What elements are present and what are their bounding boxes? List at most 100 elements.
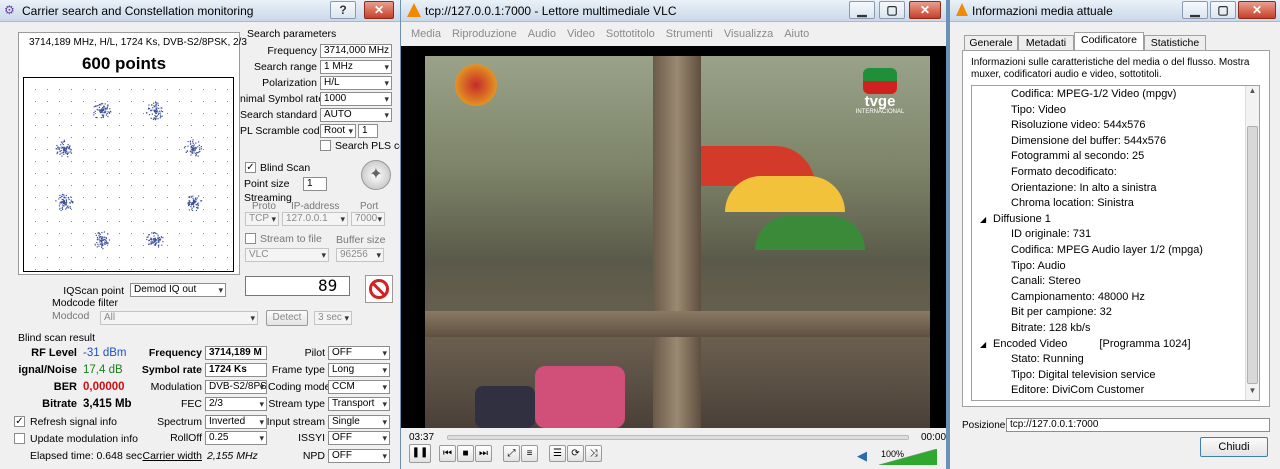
refresh-signal-checkbox[interactable]: ✓	[14, 416, 25, 427]
previous-button[interactable]: ⏮	[439, 445, 456, 462]
menu-audio[interactable]: Audio	[528, 28, 556, 40]
coding-mode-select[interactable]: CCM	[328, 380, 390, 394]
constellation-point	[159, 112, 161, 114]
video-area[interactable]: tvge INTERNACIONAL	[401, 46, 946, 428]
shuffle-button[interactable]: ⤨	[585, 445, 602, 462]
spectrum-select[interactable]: Inverted	[205, 415, 267, 429]
close-dialog-button[interactable]: Chiudi	[1200, 437, 1268, 457]
fec-select[interactable]: 2/3	[205, 397, 267, 411]
next-button[interactable]: ⏭	[475, 445, 492, 462]
loop-button[interactable]: ⟳	[567, 445, 584, 462]
constellation-point	[160, 110, 162, 112]
stream-to-file-checkbox[interactable]	[245, 233, 256, 244]
pilot-select[interactable]: OFF	[328, 346, 390, 360]
constellation-point	[153, 106, 156, 108]
constellation-point	[192, 149, 194, 152]
tree-node-encoded-video[interactable]: ◢ Encoded Video [Programma 1024]	[978, 337, 1240, 353]
blind-scan-checkbox[interactable]: ✓	[245, 162, 256, 173]
update-modulation-checkbox[interactable]	[14, 433, 25, 444]
issyi-select[interactable]: OFF	[328, 431, 390, 445]
proto-select[interactable]: TCP	[245, 212, 279, 226]
constellation-point	[192, 139, 194, 141]
iqscan-select[interactable]: Demod IQ out	[130, 283, 226, 297]
modulation-select[interactable]: DVB-S2/8PS	[205, 380, 267, 394]
search-pls-checkbox[interactable]	[320, 140, 331, 151]
close-button[interactable]: ✕	[364, 1, 394, 19]
volume-slider[interactable]	[878, 448, 938, 466]
info-minimize-button[interactable]: ▁	[1182, 1, 1208, 19]
ip-address-label: IP-address	[291, 201, 340, 212]
npd-select[interactable]: OFF	[328, 449, 390, 463]
tab-codificatore[interactable]: Codificatore	[1074, 32, 1144, 51]
tab-generale[interactable]: Generale	[964, 35, 1018, 50]
codec-tree[interactable]: Codifica: MPEG-1/2 Video (mpgv) Tipo: Vi…	[971, 85, 1260, 401]
modcode-label: Modcod	[52, 310, 90, 322]
satellite-icon[interactable]: ✦	[361, 160, 391, 190]
vlc-select[interactable]: VLC	[245, 248, 329, 262]
vlc-maximize-button[interactable]: ▢	[879, 1, 905, 19]
rf-level-value: -31 dBm	[83, 347, 127, 359]
menu-visualizza[interactable]: Visualizza	[724, 28, 773, 40]
extended-settings-button[interactable]: ≡	[521, 445, 538, 462]
tab-statistiche[interactable]: Statistiche	[1144, 35, 1206, 50]
info-close-button[interactable]: ✕	[1238, 1, 1276, 19]
pause-button[interactable]: ❚❚	[409, 444, 431, 463]
stream-type-select[interactable]: Transport	[328, 397, 390, 411]
constellation-point	[193, 145, 195, 147]
playlist-button[interactable]: ☰	[549, 445, 566, 462]
constellation-point	[190, 206, 192, 208]
pl-scramble-select[interactable]: Root	[320, 124, 356, 138]
frame-type-select[interactable]: Long	[328, 363, 390, 377]
info-maximize-button[interactable]: ▢	[1210, 1, 1236, 19]
menu-riproduzione[interactable]: Riproduzione	[452, 28, 517, 40]
expand-arrow-icon[interactable]: ◢	[980, 337, 986, 353]
detect-button[interactable]: Detect	[266, 310, 308, 326]
constellation-point	[199, 150, 201, 153]
ip-address-select[interactable]: 127.0.0.1	[282, 212, 348, 226]
fullscreen-button[interactable]: ⤢	[503, 445, 520, 462]
constellation-point	[193, 144, 195, 146]
port-select[interactable]: 7000	[351, 212, 385, 226]
buffer-size-select[interactable]: 96256	[336, 248, 384, 262]
constellation-point	[70, 201, 72, 203]
tree-node-diffusione-1[interactable]: ◢ Diffusione 1	[978, 212, 1240, 228]
volume-icon[interactable]: ◀	[857, 448, 867, 464]
constellation-point	[103, 108, 105, 110]
modcode-select[interactable]: All	[100, 311, 258, 325]
point-size-input[interactable]: 1	[303, 177, 327, 191]
tree-item: Fotogrammi al secondo: 25	[1011, 150, 1145, 163]
constellation-point	[195, 155, 197, 157]
stop-icon[interactable]	[365, 275, 393, 303]
position-field[interactable]: tcp://127.0.0.1:7000	[1006, 418, 1270, 432]
constellation-point	[105, 110, 107, 112]
scroll-thumb[interactable]	[1247, 126, 1258, 384]
search-range-select[interactable]: 1 MHz	[320, 60, 392, 74]
menu-media[interactable]: Media	[411, 28, 441, 40]
expand-arrow-icon[interactable]: ◢	[980, 212, 986, 228]
vlc-close-button[interactable]: ✕	[909, 1, 941, 19]
sec-select[interactable]: 3 sec	[314, 311, 352, 325]
menu-video[interactable]: Video	[567, 28, 595, 40]
pl-scramble-number[interactable]: 1	[358, 124, 378, 138]
seek-bar[interactable]	[447, 435, 909, 440]
input-stream-select[interactable]: Single	[328, 415, 390, 429]
frequency-input[interactable]: 3714,000 MHz	[320, 44, 392, 58]
tab-metadati[interactable]: Metadati	[1018, 35, 1074, 50]
scroll-down-icon[interactable]: ▼	[1246, 386, 1259, 400]
menu-strumenti[interactable]: Strumenti	[666, 28, 713, 40]
tree-scrollbar[interactable]: ▲ ▼	[1245, 86, 1259, 400]
menu-aiuto[interactable]: Aiuto	[784, 28, 809, 40]
rolloff-select[interactable]: 0.25	[205, 431, 267, 445]
constellation-point	[69, 202, 71, 204]
min-symbol-rate-select[interactable]: 1000	[320, 92, 392, 106]
tree-item: Bitrate: 128 kb/s	[1011, 321, 1091, 334]
constellation-point	[67, 156, 69, 158]
vlc-minimize-button[interactable]: ▁	[849, 1, 875, 19]
search-standard-select[interactable]: AUTO	[320, 108, 392, 122]
help-button[interactable]: ?	[330, 1, 356, 19]
polarization-select[interactable]: H/L	[320, 76, 392, 90]
menu-sottotitolo[interactable]: Sottotitolo	[606, 28, 655, 40]
constellation-point	[148, 243, 150, 245]
scroll-up-icon[interactable]: ▲	[1246, 86, 1259, 100]
stop-button[interactable]: ■	[457, 445, 474, 462]
